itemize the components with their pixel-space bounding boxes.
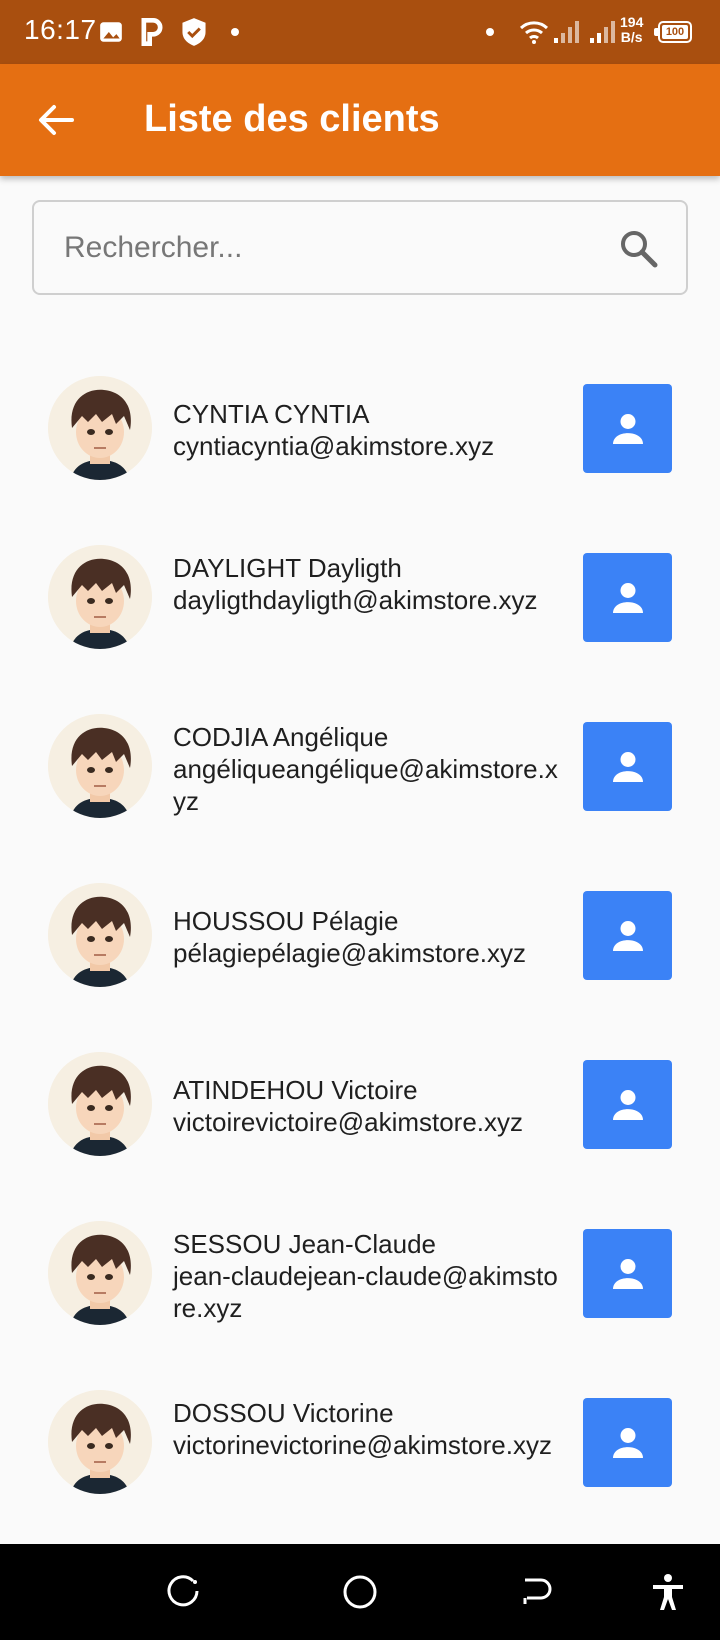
client-profile-button[interactable]: [583, 1398, 672, 1487]
client-name: CODJIA Angélique: [173, 722, 389, 752]
search-icon[interactable]: [618, 228, 660, 275]
client-profile-button[interactable]: [583, 1229, 672, 1318]
back-icon: [523, 1578, 552, 1604]
home-button[interactable]: [340, 1572, 380, 1612]
avatar: [48, 883, 152, 987]
client-email: angéliqueangélique@akimstore.xyz: [173, 754, 558, 816]
client-name: SESSOU Jean-Claude: [173, 1229, 437, 1259]
avatar: [48, 714, 152, 818]
client-email: victorinevictorine@akimstore.xyz: [173, 1430, 552, 1460]
image-icon: [98, 16, 124, 48]
back-nav-button[interactable]: [516, 1572, 556, 1612]
client-profile-button[interactable]: [583, 1060, 672, 1149]
avatar: [48, 1390, 152, 1494]
person-icon: [612, 413, 643, 444]
signal-icon: [552, 16, 580, 48]
client-profile-button[interactable]: [583, 722, 672, 811]
shield-check-icon: [180, 16, 208, 48]
client-profile-button[interactable]: [583, 891, 672, 980]
client-info: ATINDEHOU Victoire victoirevictoire@akim…: [173, 1074, 563, 1138]
accessibility-button[interactable]: [648, 1572, 688, 1612]
person-icon: [612, 1427, 643, 1458]
wifi-icon: [519, 16, 549, 48]
person-icon: [612, 582, 643, 613]
avatar: [48, 1221, 152, 1325]
client-email: cyntiacyntia@akimstore.xyz: [173, 431, 495, 461]
client-email: dayligthdayligth@akimstore.xyz: [173, 585, 538, 615]
person-icon: [612, 751, 643, 782]
list-item[interactable]: DOSSOU Victorine victorinevictorine@akim…: [0, 1344, 720, 1513]
status-time: 16:17: [24, 14, 97, 45]
notification-dot-icon: [486, 28, 494, 36]
battery-icon: 100: [658, 21, 692, 43]
home-icon: [343, 1575, 377, 1609]
client-email: pélagiepélagie@akimstore.xyz: [173, 938, 527, 968]
person-icon: [612, 920, 643, 951]
recent-apps-button[interactable]: [164, 1572, 204, 1612]
client-name: CYNTIA CYNTIA: [173, 399, 370, 429]
person-icon: [612, 1258, 643, 1289]
client-email: victoirevictoire@akimstore.xyz: [173, 1107, 524, 1137]
client-info: SESSOU Jean-Claude jean-claudejean-claud…: [173, 1228, 563, 1324]
client-info: CODJIA Angélique angéliqueangélique@akim…: [173, 721, 563, 817]
avatar: [48, 545, 152, 649]
parking-app-icon: [140, 16, 164, 48]
client-info: HOUSSOU Pélagie pélagiepélagie@akimstore…: [173, 905, 563, 969]
client-info: DOSSOU Victorine victorinevictorine@akim…: [173, 1397, 563, 1461]
list-item[interactable]: ATINDEHOU Victoire victoirevictoire@akim…: [0, 1006, 720, 1175]
page-title: Liste des clients: [144, 98, 440, 140]
network-speed-value: 194: [620, 14, 644, 30]
client-name: ATINDEHOU Victoire: [173, 1075, 418, 1105]
client-name: HOUSSOU Pélagie: [173, 906, 399, 936]
accessibility-icon: [653, 1574, 683, 1610]
signal-icon: [588, 16, 616, 48]
person-icon: [612, 1089, 643, 1120]
avatar: [48, 1052, 152, 1156]
client-name: DAYLIGHT Dayligth: [173, 553, 402, 583]
recent-apps-icon: [167, 1575, 199, 1607]
system-nav-bar: [0, 1544, 720, 1640]
client-name: DOSSOU Victorine: [173, 1398, 394, 1428]
list-item[interactable]: DAYLIGHT Dayligth dayligthdayligth@akims…: [0, 499, 720, 668]
list-item[interactable]: SESSOU Jean-Claude jean-claudejean-claud…: [0, 1175, 720, 1344]
client-info: DAYLIGHT Dayligth dayligthdayligth@akims…: [173, 552, 563, 616]
network-speed-unit: B/s: [620, 29, 643, 45]
client-profile-button[interactable]: [583, 384, 672, 473]
arrow-back-icon: [39, 105, 74, 135]
status-bar: 16:17 194 B/s 100: [0, 0, 720, 64]
notification-dot-icon: [231, 28, 239, 36]
avatar: [48, 376, 152, 480]
client-info: CYNTIA CYNTIA cyntiacyntia@akimstore.xyz: [173, 398, 563, 462]
network-speed: 194 B/s: [620, 15, 643, 45]
client-email: jean-claudejean-claude@akimstore.xyz: [173, 1261, 558, 1323]
list-item[interactable]: CODJIA Angélique angéliqueangélique@akim…: [0, 668, 720, 837]
search-box[interactable]: [32, 200, 688, 295]
app-bar: Liste des clients: [0, 64, 720, 176]
back-button[interactable]: [28, 92, 84, 148]
list-item[interactable]: CYNTIA CYNTIA cyntiacyntia@akimstore.xyz: [0, 330, 720, 499]
client-profile-button[interactable]: [583, 553, 672, 642]
search-input[interactable]: [64, 228, 604, 268]
battery-level: 100: [662, 25, 688, 39]
list-item[interactable]: HOUSSOU Pélagie pélagiepélagie@akimstore…: [0, 837, 720, 1006]
